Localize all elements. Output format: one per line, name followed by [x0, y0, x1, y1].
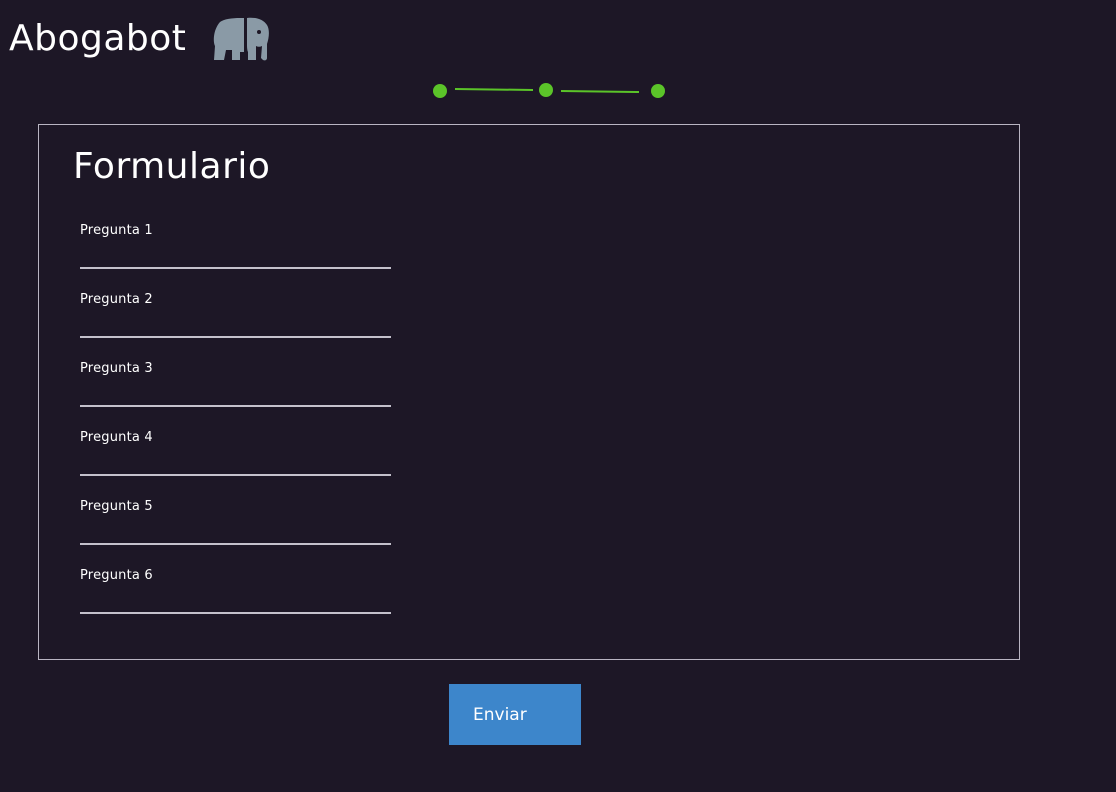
- question-1-label: Pregunta 1: [80, 223, 153, 238]
- stepper-graphic: [433, 83, 665, 98]
- question-3-field: Pregunta 3: [80, 361, 391, 413]
- progress-stepper: [430, 80, 670, 102]
- question-2-input[interactable]: [80, 310, 391, 338]
- step-connector-1: [454, 88, 534, 91]
- question-6-input[interactable]: [80, 586, 391, 614]
- question-5-label: Pregunta 5: [80, 499, 153, 514]
- step-1-dot: [433, 84, 447, 98]
- question-1-input[interactable]: [80, 241, 391, 269]
- brand: Abogabot: [9, 14, 270, 64]
- elephant-icon: [214, 17, 270, 61]
- form-title: Formulario: [73, 146, 271, 187]
- question-3-label: Pregunta 3: [80, 361, 153, 376]
- question-6-field: Pregunta 6: [80, 568, 391, 620]
- question-4-label: Pregunta 4: [80, 430, 153, 445]
- step-3-dot: [651, 84, 665, 98]
- question-2-field: Pregunta 2: [80, 292, 391, 344]
- question-6-label: Pregunta 6: [80, 568, 153, 583]
- question-4-input[interactable]: [80, 448, 391, 476]
- step-2-dot: [539, 83, 553, 97]
- question-5-field: Pregunta 5: [80, 499, 391, 551]
- step-connector-2: [560, 90, 640, 93]
- app-title: Abogabot: [9, 18, 187, 59]
- question-4-field: Pregunta 4: [80, 430, 391, 482]
- submit-button[interactable]: Enviar: [449, 684, 581, 745]
- question-1-field: Pregunta 1: [80, 223, 391, 275]
- form-panel: Formulario Pregunta 1 Pregunta 2 Pregunt…: [38, 124, 1020, 660]
- question-5-input[interactable]: [80, 517, 391, 545]
- question-3-input[interactable]: [80, 379, 391, 407]
- question-2-label: Pregunta 2: [80, 292, 153, 307]
